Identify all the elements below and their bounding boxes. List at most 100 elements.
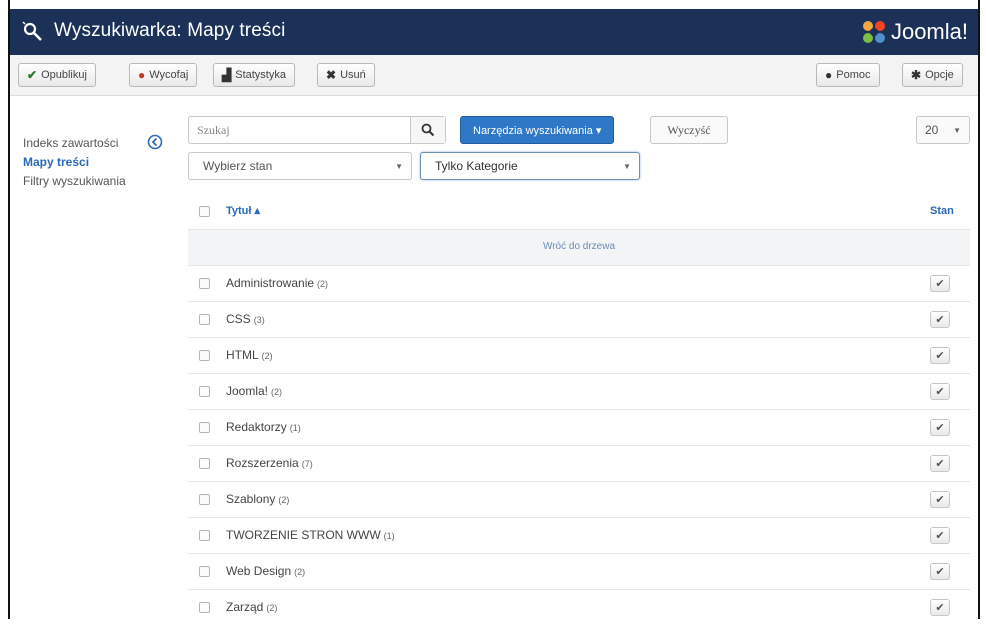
- row-checkbox[interactable]: [199, 422, 210, 433]
- published-toggle[interactable]: ✔: [930, 419, 950, 436]
- publish-button[interactable]: ✔ Opublikuj: [18, 63, 96, 87]
- row-title-text: HTML: [226, 348, 259, 362]
- delete-button[interactable]: ✖ Usuń: [317, 63, 375, 87]
- row-title[interactable]: CSS (3): [226, 312, 265, 326]
- type-filter-select[interactable]: Tylko Kategorie ▼: [420, 152, 640, 180]
- help-button[interactable]: ● Pomoc: [816, 63, 880, 87]
- row-title[interactable]: Administrowanie (2): [226, 276, 328, 290]
- table-row: Rozszerzenia (7) ✔: [188, 445, 970, 481]
- row-count: (3): [253, 315, 265, 325]
- row-title-text: Administrowanie: [226, 276, 315, 290]
- search-tools-button[interactable]: Narzędzia wyszukiwania ▾: [460, 116, 615, 144]
- gear-icon: ✱: [911, 68, 922, 82]
- clear-button[interactable]: Wyczyść: [650, 116, 728, 144]
- back-to-tree-link[interactable]: Wróć do drzewa: [188, 241, 970, 252]
- row-checkbox[interactable]: [199, 350, 210, 361]
- select-all-checkbox[interactable]: [199, 206, 210, 217]
- publish-label: Opublikuj: [41, 69, 87, 81]
- chevron-down-icon: ▼: [395, 162, 403, 171]
- row-title[interactable]: Redaktorzy (1): [226, 420, 301, 434]
- check-icon: ✔: [935, 458, 945, 470]
- state-filter-select[interactable]: Wybierz stan ▼: [188, 152, 412, 180]
- column-title-header[interactable]: Tytuł ▴: [226, 204, 260, 217]
- sidebar-item-content-maps[interactable]: Mapy treści: [23, 155, 89, 169]
- table-row: Joomla! (2) ✔: [188, 373, 970, 409]
- row-title-text: Redaktorzy: [226, 420, 287, 434]
- row-title-text: CSS: [226, 312, 251, 326]
- row-checkbox[interactable]: [199, 314, 210, 325]
- published-toggle[interactable]: ✔: [930, 455, 950, 472]
- search-box: [188, 116, 446, 144]
- published-toggle[interactable]: ✔: [930, 599, 950, 616]
- row-count: (2): [317, 279, 329, 289]
- row-title[interactable]: Zarząd (2): [226, 600, 277, 614]
- bar-chart-icon: ▟: [222, 68, 232, 82]
- published-toggle[interactable]: ✔: [930, 527, 950, 544]
- help-label: Pomoc: [836, 69, 871, 81]
- chevron-down-icon: ▼: [623, 162, 631, 171]
- row-count: (2): [278, 495, 290, 505]
- row-count: (7): [301, 459, 313, 469]
- row-count: (2): [294, 567, 306, 577]
- row-title[interactable]: Web Design (2): [226, 564, 305, 578]
- row-checkbox[interactable]: [199, 386, 210, 397]
- row-checkbox[interactable]: [199, 602, 210, 613]
- unpublish-label: Wycofaj: [149, 69, 189, 81]
- collapse-sidebar-icon[interactable]: [147, 134, 163, 150]
- row-checkbox[interactable]: [199, 494, 210, 505]
- row-title-text: Web Design: [226, 564, 292, 578]
- row-title-text: Szablony: [226, 492, 276, 506]
- table-row: HTML (2) ✔: [188, 337, 970, 373]
- published-toggle[interactable]: ✔: [930, 563, 950, 580]
- check-icon: ✔: [935, 422, 945, 434]
- published-toggle[interactable]: ✔: [930, 491, 950, 508]
- published-toggle[interactable]: ✔: [930, 311, 950, 328]
- sidebar-item-index[interactable]: Indeks zawartości: [23, 136, 118, 150]
- help-icon: ●: [825, 68, 833, 82]
- row-count: (1): [383, 531, 395, 541]
- page-frame-right: [978, 0, 980, 619]
- published-toggle[interactable]: ✔: [930, 275, 950, 292]
- list-limit-select[interactable]: 20 ▼: [916, 116, 970, 144]
- check-icon: ✔: [935, 314, 945, 326]
- row-count: (2): [266, 603, 278, 613]
- statistics-button[interactable]: ▟ Statystyka: [213, 63, 295, 87]
- delete-x-icon: ✖: [326, 68, 337, 82]
- row-checkbox[interactable]: [199, 458, 210, 469]
- column-state-header[interactable]: Stan: [930, 205, 954, 217]
- search-input[interactable]: [189, 117, 427, 143]
- check-icon: ✔: [935, 278, 945, 290]
- row-title[interactable]: HTML (2): [226, 348, 273, 362]
- toolbar: ✔ Opublikuj ● Wycofaj ▟ Statystyka ✖ Usu…: [10, 55, 978, 96]
- row-checkbox[interactable]: [199, 278, 210, 289]
- sidebar: Indeks zawartości Mapy treści Filtry wys…: [10, 96, 168, 619]
- row-title[interactable]: Szablony (2): [226, 492, 289, 506]
- state-filter-value: Wybierz stan: [203, 159, 273, 173]
- table-row: CSS (3) ✔: [188, 301, 970, 337]
- sidebar-item-search-filters[interactable]: Filtry wyszukiwania: [23, 174, 126, 188]
- chevron-down-icon: ▼: [953, 126, 961, 135]
- check-icon: ✔: [935, 386, 945, 398]
- row-count: (1): [289, 423, 301, 433]
- joomla-logo[interactable]: Joomla!: [861, 17, 968, 47]
- options-button[interactable]: ✱ Opcje: [902, 63, 963, 87]
- row-title[interactable]: Joomla! (2): [226, 384, 282, 398]
- row-title[interactable]: TWORZENIE STRON WWW (1): [226, 528, 395, 542]
- published-toggle[interactable]: ✔: [930, 383, 950, 400]
- table-up-row: Wróć do drzewa: [188, 229, 970, 265]
- search-button[interactable]: [410, 117, 445, 143]
- unpublish-button[interactable]: ● Wycofaj: [129, 63, 198, 87]
- check-icon: ✔: [935, 602, 945, 614]
- row-title-text: Joomla!: [226, 384, 269, 398]
- row-count: (2): [261, 351, 273, 361]
- row-title[interactable]: Rozszerzenia (7): [226, 456, 313, 470]
- check-icon: ✔: [935, 494, 945, 506]
- joomla-icon: [862, 21, 885, 43]
- row-checkbox[interactable]: [199, 566, 210, 577]
- statistics-label: Statystyka: [235, 69, 286, 81]
- delete-label: Usuń: [340, 69, 366, 81]
- table-row: Administrowanie (2) ✔: [188, 265, 970, 301]
- row-checkbox[interactable]: [199, 530, 210, 541]
- header-bar: Wyszukiwarka: Mapy treści Joomla!: [10, 9, 978, 55]
- published-toggle[interactable]: ✔: [930, 347, 950, 364]
